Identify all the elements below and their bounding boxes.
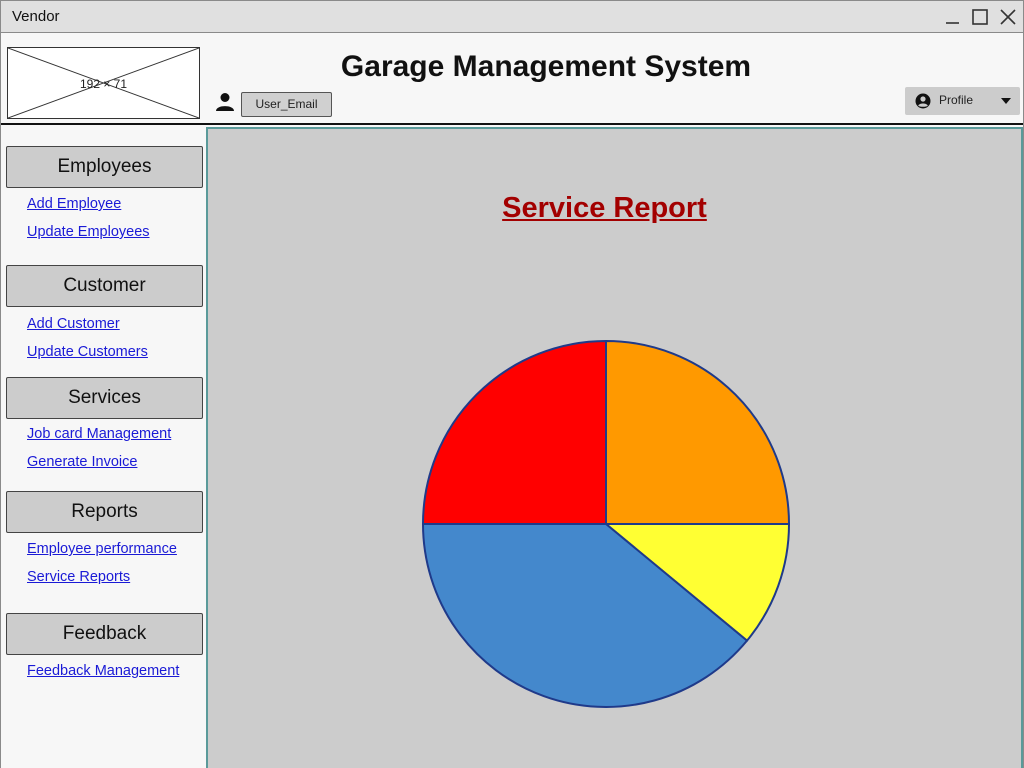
sidebar-link-service-reports[interactable]: Service Reports [27, 569, 130, 585]
pie-slice-4 [422, 340, 607, 525]
maximize-icon[interactable] [970, 7, 990, 27]
minimize-icon[interactable] [942, 7, 962, 27]
user-email-button[interactable]: User_Email [241, 92, 332, 117]
main-content: Service Report [208, 127, 1023, 768]
logo-placeholder-size: 192 × 71 [79, 77, 128, 91]
close-icon[interactable] [998, 7, 1018, 27]
app-window: Vendor 192 × 71 Garage Management System… [0, 0, 1024, 768]
title-bar: Vendor [1, 1, 1023, 33]
sidebar-link-update-employees[interactable]: Update Employees [27, 224, 150, 240]
profile-dropdown[interactable]: Profile [905, 87, 1020, 115]
sidebar-section-feedback[interactable]: Feedback [6, 613, 203, 655]
profile-label: Profile [939, 93, 974, 107]
sidebar-link-feedback-management[interactable]: Feedback Management [27, 663, 179, 679]
sidebar: Employees Add Employee Update Employees … [1, 127, 208, 768]
sidebar-link-generate-invoice[interactable]: Generate Invoice [27, 454, 137, 470]
account-circle-icon [915, 93, 931, 109]
sidebar-section-employees[interactable]: Employees [6, 146, 203, 188]
sidebar-link-add-customer[interactable]: Add Customer [27, 316, 120, 332]
app-title: Garage Management System [340, 50, 752, 83]
window-title: Vendor [12, 8, 60, 25]
sidebar-link-employee-performance[interactable]: Employee performance [27, 541, 177, 557]
user-icon [216, 93, 234, 111]
logo-placeholder: 192 × 71 [7, 47, 200, 119]
sidebar-section-customer[interactable]: Customer [6, 265, 203, 307]
sidebar-section-reports[interactable]: Reports [6, 491, 203, 533]
sidebar-link-update-customers[interactable]: Update Customers [27, 344, 148, 360]
pie-slice-1 [605, 340, 790, 525]
sidebar-link-add-employee[interactable]: Add Employee [27, 196, 121, 212]
app-header: 192 × 71 Garage Management System User_E… [1, 33, 1023, 125]
service-report-pie-chart [422, 340, 790, 708]
sidebar-section-services[interactable]: Services [6, 377, 203, 419]
chevron-down-icon [1001, 98, 1011, 104]
sidebar-link-job-card-management[interactable]: Job card Management [27, 426, 171, 442]
